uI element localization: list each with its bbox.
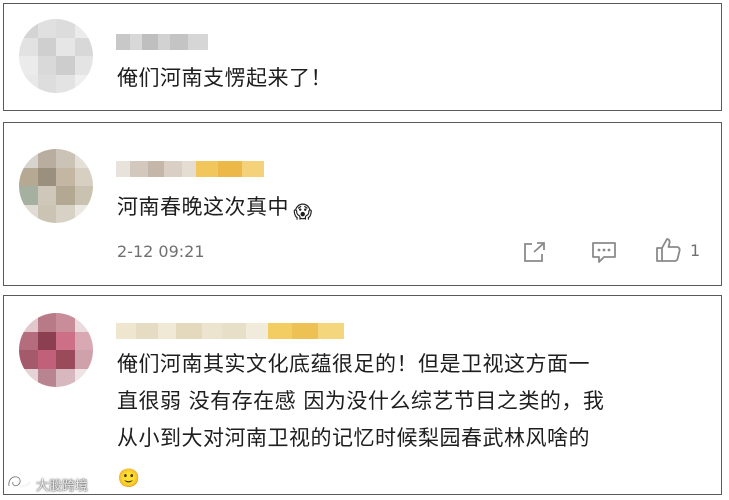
like-button[interactable]: 1 — [654, 236, 700, 264]
comment-text: 河南春晚这次真中 😱 — [117, 190, 315, 225]
share-icon[interactable] — [522, 240, 548, 264]
watermark-logo-icon — [6, 474, 32, 494]
comment-line: 从小到大对河南卫视的记忆时候梨园春武林风啥的 — [117, 426, 590, 450]
smile-emoji-icon: 🙂 — [117, 468, 141, 489]
comment-card: 俺们河南其实文化底蕴很足的！但是卫视这方面一 直很弱 没有存在感 因为没什么综艺… — [3, 295, 722, 495]
watermark: 大股跨境 — [6, 474, 88, 494]
username-blurred[interactable] — [116, 161, 264, 177]
comment-card: 河南春晚这次真中 😱 2-12 09:21 1 — [3, 122, 722, 286]
like-icon — [654, 236, 682, 264]
avatar[interactable] — [19, 149, 93, 223]
reply-icon[interactable] — [590, 240, 618, 264]
like-count: 1 — [690, 240, 701, 260]
watermark-text: 大股跨境 — [36, 478, 89, 494]
scream-emoji-icon: 😱 — [293, 202, 313, 223]
comment-line: 俺们河南其实文化底蕴很足的！但是卫视这方面一 — [117, 352, 590, 376]
comment-text: 俺们河南支愣起来了！ — [117, 66, 332, 90]
comment-card: 俺们河南支愣起来了！ — [3, 3, 722, 111]
avatar[interactable] — [19, 313, 93, 387]
comment-text-body: 河南春晚这次真中 — [117, 195, 289, 219]
avatar[interactable] — [19, 19, 93, 93]
timestamp: 2-12 09:21 — [117, 242, 205, 261]
username-blurred[interactable] — [116, 34, 208, 50]
comment-line: 直很弱 没有存在感 因为没什么综艺节目之类的，我 — [117, 389, 605, 413]
comment-line: 🙂 — [117, 456, 141, 491]
username-blurred[interactable] — [116, 323, 344, 339]
